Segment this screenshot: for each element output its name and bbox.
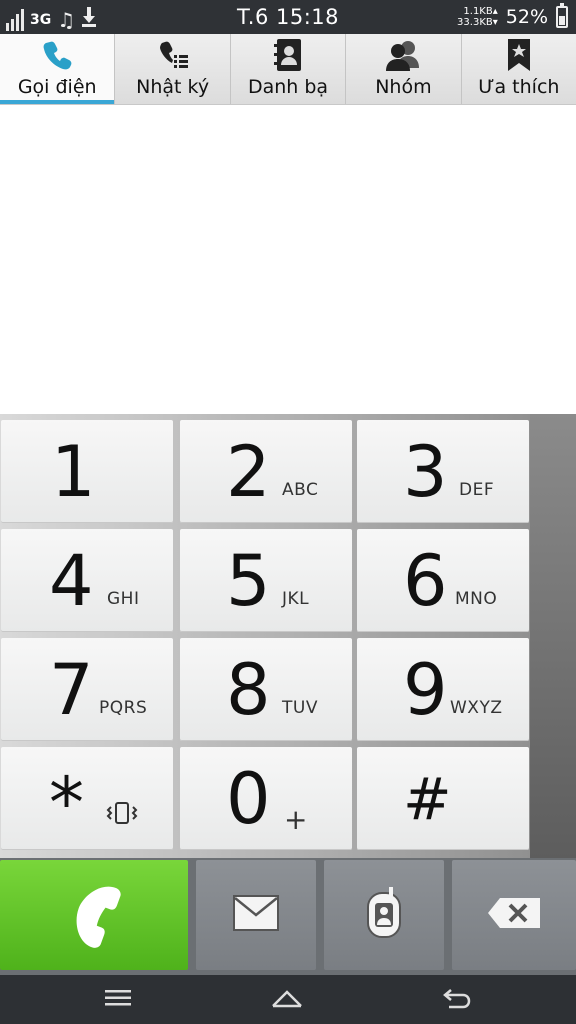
tab-groups[interactable]: Nhóm: [345, 34, 461, 104]
key-6[interactable]: 6 MNO: [357, 529, 529, 632]
key-hash[interactable]: #: [357, 747, 529, 850]
menu-button[interactable]: [88, 983, 148, 1017]
key-letters: JKL: [282, 589, 310, 609]
dial-keypad: 1 2 ABC 3 DEF 4 GHI 5 JKL 6 MNO 7 PQRS 8…: [0, 414, 576, 858]
group-icon: [383, 38, 423, 72]
key-letters: MNO: [455, 589, 498, 609]
key-digit: 3: [403, 431, 448, 513]
phone-handset-icon: [64, 878, 124, 952]
contacts-book-icon: [273, 38, 303, 72]
key-letters: ABC: [282, 480, 319, 500]
backspace-button[interactable]: [452, 860, 576, 970]
key-0[interactable]: 0 +: [180, 747, 352, 850]
key-digit: 9: [403, 649, 448, 731]
key-7[interactable]: 7 PQRS: [1, 638, 173, 741]
key-digit: *: [49, 762, 84, 844]
key-letters: +: [284, 803, 308, 836]
key-digit: 2: [226, 431, 271, 513]
vibrate-icon: [105, 801, 139, 832]
tab-label: Gọi điện: [17, 76, 97, 98]
key-3[interactable]: 3 DEF: [357, 420, 529, 523]
key-4[interactable]: 4 GHI: [1, 529, 173, 632]
key-digit: 0: [226, 758, 271, 840]
tab-label: Danh bạ: [247, 76, 329, 98]
key-digit: 6: [403, 540, 448, 622]
key-digit: 8: [226, 649, 271, 731]
call-log-icon: [156, 38, 190, 72]
back-button[interactable]: [427, 983, 487, 1017]
phone-icon: [40, 38, 74, 72]
key-digit: 7: [49, 649, 94, 731]
envelope-icon: [232, 894, 280, 936]
backspace-icon: [486, 896, 542, 934]
data-speed: 1.1KB▴ 33.3KB▾: [457, 6, 498, 28]
tab-favorites[interactable]: Ưa thích: [460, 34, 576, 104]
tab-call-log[interactable]: Nhật ký: [114, 34, 230, 104]
key-letters: DEF: [459, 480, 495, 500]
key-letters: GHI: [107, 589, 140, 609]
key-digit: 5: [226, 540, 271, 622]
message-button[interactable]: [196, 860, 316, 970]
key-9[interactable]: 9 WXYZ: [357, 638, 529, 741]
tab-label: Nhóm: [375, 76, 432, 98]
key-1[interactable]: 1: [1, 420, 173, 523]
status-bar: 3G ♫ T.6 15:18 1.1KB▴ 33.3KB▾ 52%: [0, 0, 576, 34]
key-letters: WXYZ: [450, 698, 503, 718]
key-2[interactable]: 2 ABC: [180, 420, 352, 523]
number-display[interactable]: [0, 105, 576, 414]
video-call-contact-icon: [364, 885, 404, 945]
call-button[interactable]: [0, 860, 188, 970]
key-digit: 1: [51, 431, 96, 513]
home-button[interactable]: [257, 983, 317, 1017]
video-call-button[interactable]: [324, 860, 444, 970]
key-5[interactable]: 5 JKL: [180, 529, 352, 632]
menu-icon: [103, 988, 133, 1012]
upload-speed: 1.1KB: [463, 6, 493, 17]
key-letters: PQRS: [99, 698, 148, 718]
tab-dialer[interactable]: Gọi điện: [0, 34, 115, 104]
tab-contacts[interactable]: Danh bạ: [229, 34, 346, 104]
key-8[interactable]: 8 TUV: [180, 638, 352, 741]
tab-label: Nhật ký: [136, 76, 210, 98]
keypad-side-panel: [530, 414, 576, 858]
battery-icon: [556, 3, 568, 28]
back-icon: [441, 986, 473, 1014]
key-star[interactable]: *: [1, 747, 173, 850]
key-digit: 4: [49, 540, 94, 622]
favorite-bookmark-icon: [506, 38, 532, 72]
key-letters: TUV: [282, 698, 318, 718]
action-row: [0, 858, 576, 975]
navigation-bar: [0, 975, 576, 1024]
tab-label: Ưa thích: [478, 76, 560, 98]
download-speed: 33.3KB: [457, 17, 493, 28]
home-icon: [269, 986, 305, 1014]
battery-percent: 52%: [505, 6, 548, 28]
tab-bar: Gọi điện Nhật ký Danh bạ Nhóm Ưa thích: [0, 34, 576, 105]
key-digit: #: [403, 765, 452, 833]
